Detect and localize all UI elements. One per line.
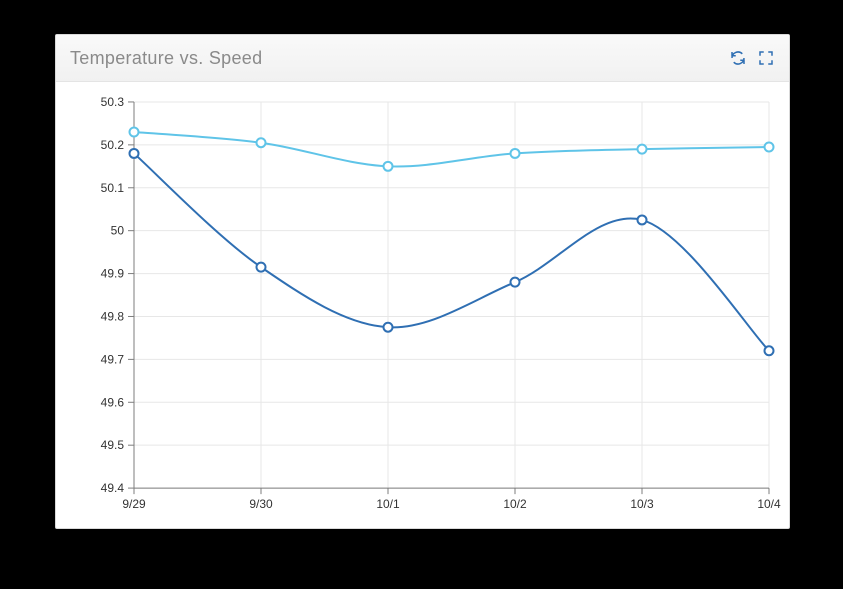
svg-text:49.8: 49.8 [101,309,125,323]
svg-text:10/4: 10/4 [757,497,781,511]
svg-text:50.1: 50.1 [101,181,125,195]
svg-text:50.2: 50.2 [101,138,125,152]
svg-text:9/29: 9/29 [122,497,146,511]
header-actions [729,49,775,67]
svg-text:49.4: 49.4 [101,481,125,495]
chart-svg: 9/29 9/30 10/1 10/2 10/3 10/4 49.4 49.5 49.6 49.… [56,82,789,528]
svg-text:10/3: 10/3 [630,497,654,511]
chart-title: Temperature vs. Speed [70,48,262,69]
chart-plot-area: 9/29 9/30 10/1 10/2 10/3 10/4 49.4 49.5 49.6 49.… [56,82,789,528]
svg-text:49.7: 49.7 [101,352,125,366]
card-header: Temperature vs. Speed [56,35,789,82]
svg-text:10/2: 10/2 [503,497,527,511]
chart-grid [134,102,769,488]
chart-card: Temperature vs. Speed 9/29 9/30 10/1 10/2 10… [55,34,790,529]
svg-text:50: 50 [111,224,125,238]
fullscreen-icon[interactable] [757,49,775,67]
refresh-icon[interactable] [729,49,747,67]
x-axis: 9/29 9/30 10/1 10/2 10/3 10/4 [122,102,781,511]
svg-text:10/1: 10/1 [376,497,400,511]
svg-text:49.6: 49.6 [101,395,125,409]
chart-series [130,127,774,355]
svg-text:50.3: 50.3 [101,95,125,109]
svg-text:49.9: 49.9 [101,267,125,281]
svg-text:9/30: 9/30 [249,497,273,511]
svg-text:49.5: 49.5 [101,438,125,452]
